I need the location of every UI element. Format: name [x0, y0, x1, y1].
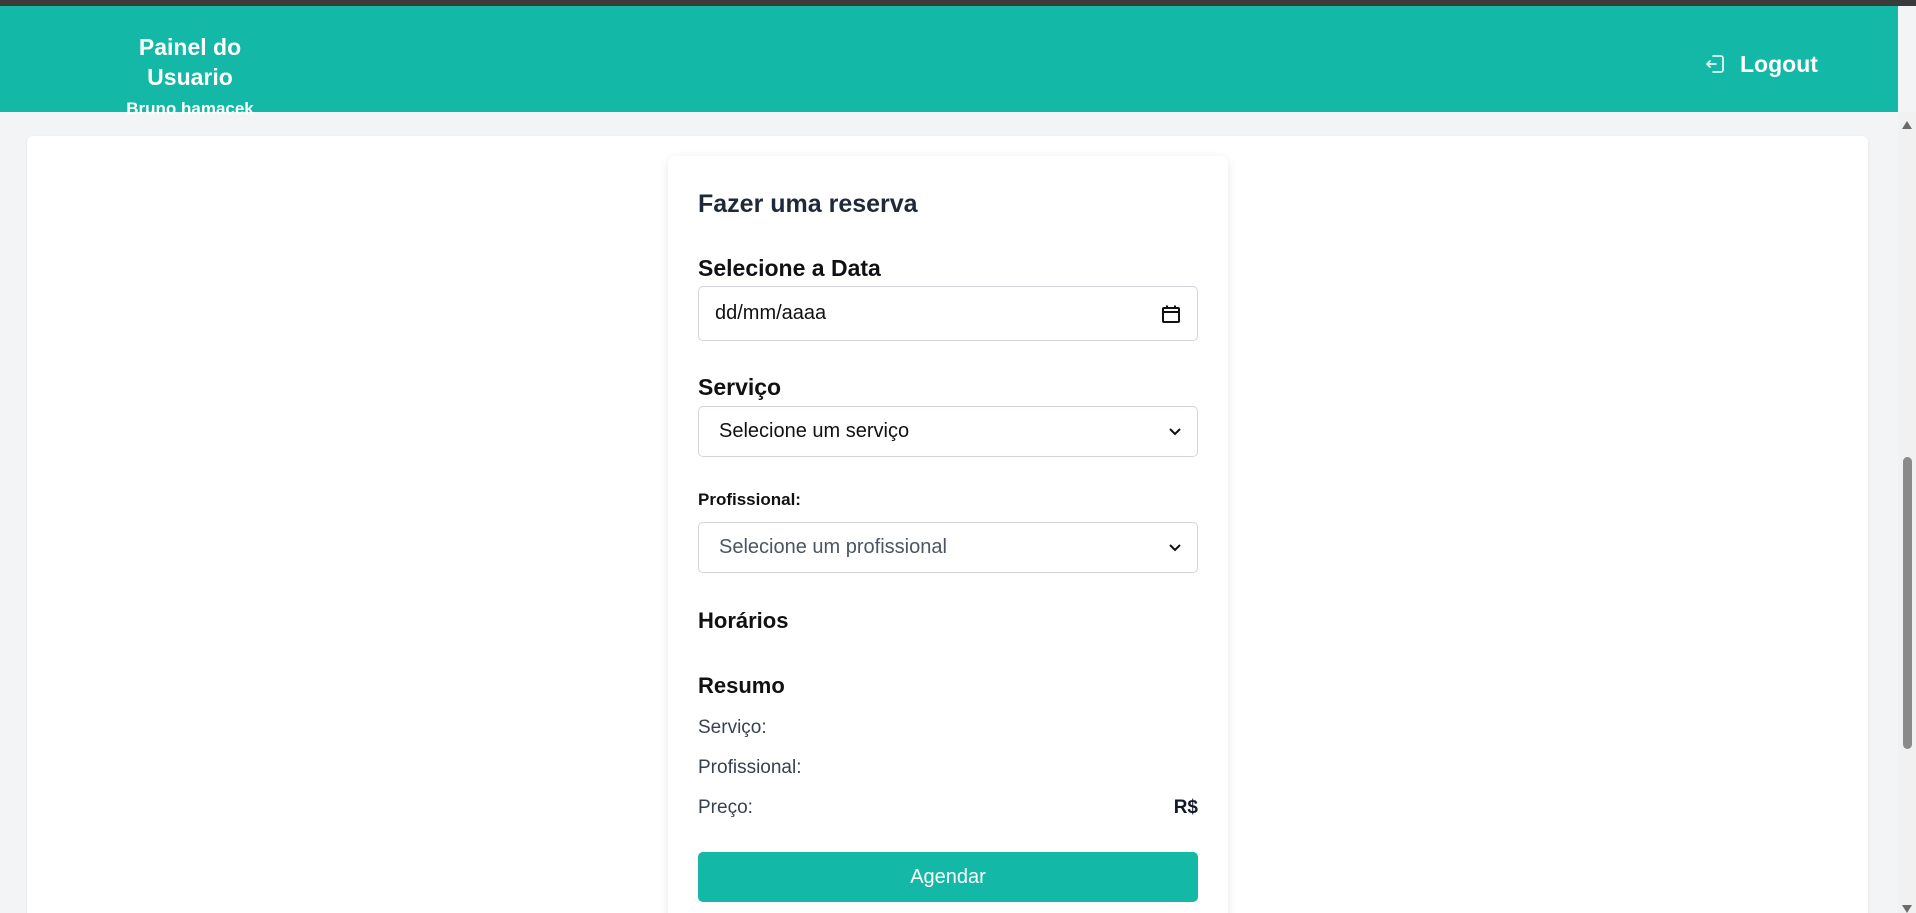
scroll-up-arrow-icon[interactable]	[1902, 116, 1912, 134]
professional-select[interactable]: Selecione um profissional	[698, 522, 1198, 573]
app-header: Painel do Usuario Bruno hamacek Logout	[0, 6, 1898, 118]
agendar-button[interactable]: Agendar	[698, 852, 1198, 902]
calendar-icon[interactable]	[1161, 304, 1181, 324]
summary-row-professional: Profissional:	[698, 757, 1198, 779]
summary-label: Preço:	[698, 797, 753, 818]
chevron-down-icon	[1169, 427, 1181, 436]
date-label: Selecione a Data	[698, 255, 881, 281]
user-name: Bruno hamacek	[126, 99, 254, 118]
date-input[interactable]: dd/mm/aaaa	[698, 286, 1198, 341]
service-label: Serviço	[698, 374, 782, 400]
scrollbar-thumb[interactable]	[1903, 457, 1912, 749]
horarios-heading: Horários	[698, 608, 789, 633]
booking-form-card: Fazer uma reserva Selecione a Data dd/mm…	[668, 156, 1228, 913]
summary-row-price: Preço: R$	[698, 797, 1198, 819]
service-select[interactable]: Selecione um serviço	[698, 406, 1198, 457]
page-title: Painel do Usuario	[138, 34, 242, 90]
service-select-value: Selecione um serviço	[719, 420, 910, 442]
date-input-value: dd/mm/aaaa	[715, 302, 827, 324]
summary-label: Profissional:	[698, 757, 802, 778]
logout-label: Logout	[1740, 50, 1818, 77]
summary-label: Serviço:	[698, 717, 767, 738]
summary-price-value: R$	[1173, 797, 1198, 818]
scroll-down-arrow-icon[interactable]	[1902, 900, 1912, 913]
summary-row-service: Serviço:	[698, 717, 1198, 739]
logout-icon	[1704, 53, 1726, 75]
chevron-down-icon	[1169, 543, 1181, 552]
resumo-heading: Resumo	[698, 673, 785, 698]
professional-select-value: Selecione um profissional	[719, 536, 947, 558]
brand-block: Painel do Usuario Bruno hamacek	[98, 32, 282, 120]
professional-label: Profissional:	[698, 490, 801, 509]
logout-button[interactable]: Logout	[1704, 46, 1818, 82]
form-title: Fazer uma reserva	[698, 190, 918, 218]
page-scrollbar[interactable]	[1898, 112, 1916, 913]
